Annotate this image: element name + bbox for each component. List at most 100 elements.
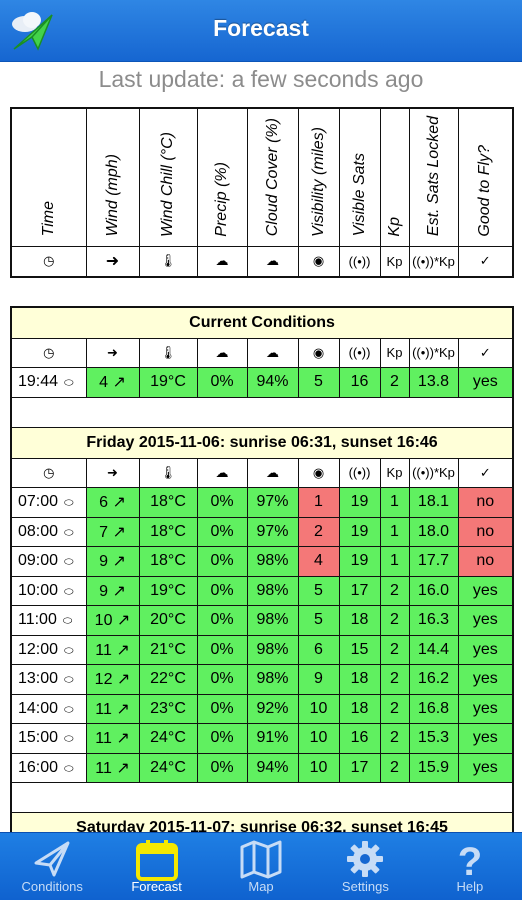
cloud-cover-cell: 91% <box>246 723 299 754</box>
good-to-fly-cell: yes <box>457 723 514 754</box>
wind-direction-icon: ↗ <box>108 553 126 571</box>
icon-header-row: ◷ ➜ 🌡 ☁ ☁ ◉ ((•)) Kp ((•))*Kp ✓ <box>10 337 514 368</box>
time-value: 07:00 <box>18 493 59 511</box>
column-legend-table: Time Wind (mph) Wind Chill (°C) Precip (… <box>10 107 514 278</box>
precip-cell: 0% <box>196 723 248 754</box>
sats-locked-cell: 16.0 <box>408 575 459 606</box>
wind-cell: 12 ↗ <box>85 664 140 695</box>
cloud-icon: ☁ <box>246 245 299 278</box>
wind-cell: 7 ↗ <box>85 516 140 547</box>
kp-cell: 2 <box>379 575 410 606</box>
cloud-cover-cell: 97% <box>246 516 299 547</box>
tab-map[interactable]: Map <box>209 833 313 900</box>
question-mark-icon: ? <box>458 840 482 879</box>
forecast-row: 07:00 ⬭ 6 ↗ 18°C 0% 97% 1 19 1 18.1 no <box>10 487 514 518</box>
forecast-row: 11:00 ⬭ 10 ↗ 20°C 0% 98% 5 18 2 16.3 yes <box>10 605 514 636</box>
column-title-visibility: Visibility (miles) <box>309 126 327 237</box>
wind-direction-icon: ↗ <box>111 730 130 748</box>
forecast-row: 14:00 ⬭ 11 ↗ 23°C 0% 92% 10 18 2 16.8 yes <box>10 693 514 724</box>
legend-icon-row: ◷ ➜ 🌡 ☁ ☁ ◉ ((•)) Kp ((•))*Kp ✓ <box>10 245 514 278</box>
tab-conditions-label: Conditions <box>21 879 83 894</box>
clock-icon: ◷ <box>10 337 87 368</box>
good-to-fly-cell: yes <box>457 367 514 398</box>
satellite-kp-icon: ((•))*Kp <box>408 337 459 368</box>
time-cell: 09:00 ⬭ <box>10 546 87 577</box>
tab-forecast[interactable]: Forecast <box>104 833 208 900</box>
eye-icon: ◉ <box>297 337 340 368</box>
forecast-row: 19:44 ⬭ 4 ↗ 19°C 0% 94% 5 16 2 13.8 yes <box>10 367 514 398</box>
time-value: 09:00 <box>18 552 59 570</box>
arrow-right-icon: ➜ <box>85 457 140 488</box>
kp-label: Kp <box>379 337 410 368</box>
wind-chill-cell: 23°C <box>138 693 198 724</box>
time-cell: 14:00 ⬭ <box>10 693 87 724</box>
wind-chill-cell: 24°C <box>138 752 198 783</box>
column-title-visible-sats: Visible Sats <box>350 153 368 237</box>
wind-chill-cell: 19°C <box>138 367 198 398</box>
visibility-cell: 1 <box>297 487 340 518</box>
wind-chill-cell: 21°C <box>138 634 198 665</box>
calendar-icon <box>135 840 178 881</box>
column-title-time: Time <box>39 201 57 237</box>
precip-cell: 0% <box>196 605 248 636</box>
precip-cell: 0% <box>196 693 248 724</box>
cloud-icon: ⬭ <box>61 497 74 510</box>
check-circle-icon: ✓ <box>457 457 514 488</box>
column-title-wind-chill: Wind Chill (°C) <box>159 131 176 237</box>
visibility-cell: 10 <box>297 693 340 724</box>
tab-help-label: Help <box>456 879 484 894</box>
cloud-icon: ☁ <box>246 457 299 488</box>
forecast-table: Current Conditions ◷ ➜ 🌡 ☁ ☁ ◉ ((•)) Kp ((•))*Kp ✓… <box>10 306 515 845</box>
tab-help[interactable]: ? Help <box>418 833 522 900</box>
time-cell: 15:00 ⬭ <box>10 723 87 754</box>
good-to-fly-cell: yes <box>457 634 514 665</box>
kp-cell: 1 <box>379 546 410 577</box>
column-title-cloud-cover: Cloud Cover (%) <box>263 118 281 237</box>
wind-chill-cell: 22°C <box>138 664 198 695</box>
good-to-fly-cell: yes <box>457 693 514 724</box>
visibility-cell: 5 <box>297 367 340 398</box>
column-title-sats-locked: Est. Sats Locked <box>424 116 442 237</box>
visibility-cell: 6 <box>297 634 340 665</box>
visibility-cell: 10 <box>297 752 340 783</box>
visible-sats-cell: 18 <box>338 605 381 636</box>
time-value: 15:00 <box>18 729 59 747</box>
cloud-icon: ⬭ <box>61 733 74 746</box>
wind-cell: 10 ↗ <box>85 605 140 636</box>
cloud-icon: ⬭ <box>61 526 74 539</box>
nav-bar: Forecast <box>0 0 522 62</box>
satellite-icon: ((•)) <box>338 245 381 278</box>
precip-cell: 0% <box>196 516 248 547</box>
time-cell: 07:00 ⬭ <box>10 487 87 518</box>
wind-chill-cell: 19°C <box>138 575 198 606</box>
thermometer-icon: 🌡 <box>138 245 198 278</box>
satellite-icon: ((•)) <box>338 337 381 368</box>
cloud-icon: ⬭ <box>61 377 74 390</box>
visibility-cell: 10 <box>297 723 340 754</box>
tab-settings[interactable]: Settings <box>313 833 417 900</box>
forecast-screen: Forecast Last update: a few seconds ago … <box>0 0 522 900</box>
sats-locked-cell: 13.8 <box>408 367 459 398</box>
cloud-icon: ⬭ <box>61 585 74 598</box>
forecast-row: 16:00 ⬭ 11 ↗ 24°C 0% 94% 10 17 2 15.9 yes <box>10 752 514 783</box>
legend-header-row: Time Wind (mph) Wind Chill (°C) Precip (… <box>10 107 514 247</box>
column-title-good-to-fly: Good to Fly? <box>476 144 494 237</box>
forecast-row: 08:00 ⬭ 7 ↗ 18°C 0% 97% 2 19 1 18.0 no <box>10 516 514 547</box>
tab-conditions[interactable]: Conditions <box>0 833 104 900</box>
visible-sats-cell: 17 <box>338 575 381 606</box>
visible-sats-cell: 15 <box>338 634 381 665</box>
satellite-kp-icon: ((•))*Kp <box>408 245 459 278</box>
forecast-row: 12:00 ⬭ 11 ↗ 21°C 0% 98% 6 15 2 14.4 yes <box>10 634 514 665</box>
wind-cell: 9 ↗ <box>85 546 140 577</box>
sats-locked-cell: 18.1 <box>408 487 459 518</box>
arrow-right-icon: ➜ <box>85 245 140 278</box>
time-value: 13:00 <box>18 670 59 688</box>
time-value: 14:00 <box>18 699 59 717</box>
sats-locked-cell: 16.2 <box>408 664 459 695</box>
good-to-fly-cell: yes <box>457 752 514 783</box>
good-to-fly-cell: yes <box>457 605 514 636</box>
time-value: 08:00 <box>18 522 59 540</box>
cloud-icon: ⬭ <box>61 674 74 687</box>
clock-icon: ◷ <box>10 457 87 488</box>
visible-sats-cell: 17 <box>338 752 381 783</box>
